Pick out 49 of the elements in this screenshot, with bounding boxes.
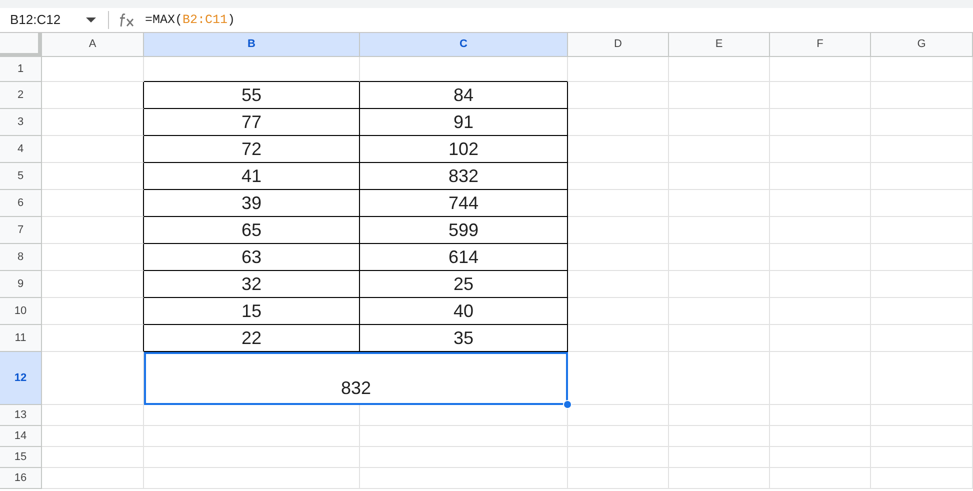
table-cell[interactable]: 22: [144, 325, 360, 352]
column-header[interactable]: D: [568, 33, 669, 57]
column-header[interactable]: A: [42, 33, 144, 57]
column-header[interactable]: E: [669, 33, 770, 57]
column-header[interactable]: B: [144, 33, 360, 57]
function-icon: [119, 13, 135, 27]
row-header[interactable]: 3: [0, 109, 42, 136]
table-cell[interactable]: 102: [360, 136, 568, 163]
formula-field[interactable]: =MAX(B2:C11): [145, 10, 236, 30]
table-cell[interactable]: 32: [144, 271, 360, 298]
table-cell[interactable]: 72: [144, 136, 360, 163]
table-cell[interactable]: 40: [360, 298, 568, 325]
table-cell[interactable]: 744: [360, 190, 568, 217]
table-cell[interactable]: 39: [144, 190, 360, 217]
table-cell[interactable]: 35: [360, 325, 568, 352]
table-cell[interactable]: 25: [360, 271, 568, 298]
row-header[interactable]: 10: [0, 298, 42, 325]
row-header[interactable]: 16: [0, 468, 42, 489]
table-cell[interactable]: 41: [144, 163, 360, 190]
row-header[interactable]: 6: [0, 190, 42, 217]
row-header[interactable]: 1: [0, 57, 42, 82]
fill-handle[interactable]: [563, 400, 572, 409]
row-header[interactable]: 4: [0, 136, 42, 163]
column-header[interactable]: G: [871, 33, 973, 57]
row-header[interactable]: 14: [0, 426, 42, 447]
column-header[interactable]: F: [770, 33, 871, 57]
table-cell[interactable]: 599: [360, 217, 568, 244]
dropdown-caret-icon[interactable]: [86, 17, 96, 23]
table-cell[interactable]: 77: [144, 109, 360, 136]
row-header[interactable]: 12: [0, 352, 42, 405]
row-header[interactable]: 15: [0, 447, 42, 468]
row-header[interactable]: 9: [0, 271, 42, 298]
row-header[interactable]: 7: [0, 217, 42, 244]
table-cell[interactable]: 832: [360, 163, 568, 190]
table-cell[interactable]: 91: [360, 109, 568, 136]
table-cell[interactable]: 614: [360, 244, 568, 271]
select-all-corner[interactable]: [0, 33, 42, 57]
column-header[interactable]: C: [360, 33, 568, 57]
row-header[interactable]: 11: [0, 325, 42, 352]
table-cell[interactable]: 63: [144, 244, 360, 271]
row-header[interactable]: 2: [0, 82, 42, 109]
table-cell[interactable]: 65: [144, 217, 360, 244]
row-header[interactable]: 5: [0, 163, 42, 190]
table-cell[interactable]: 15: [144, 298, 360, 325]
name-box[interactable]: B12:C12: [10, 10, 80, 30]
row-header[interactable]: 13: [0, 405, 42, 426]
row-header[interactable]: 8: [0, 244, 42, 271]
table-cell[interactable]: 84: [360, 82, 568, 109]
table-cell[interactable]: 55: [144, 82, 360, 109]
